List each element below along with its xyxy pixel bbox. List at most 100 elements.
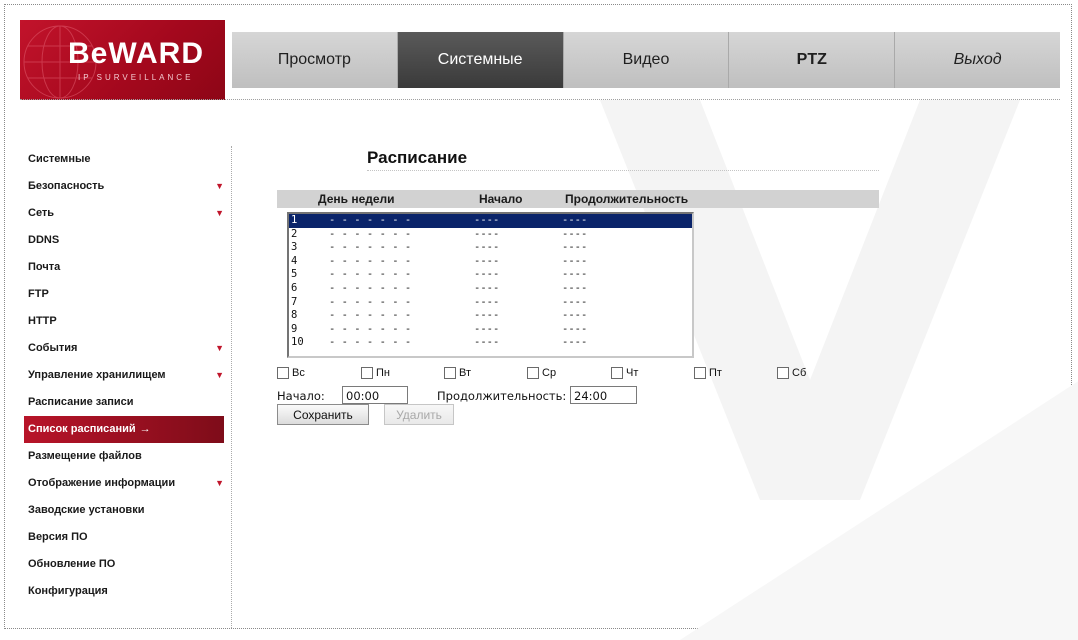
- sidebar-item[interactable]: Заводские установки: [24, 497, 224, 524]
- checkbox-icon[interactable]: [444, 367, 456, 379]
- sidebar-item-label: Обновление ПО: [28, 558, 116, 570]
- row-days: - - - - - - -: [329, 241, 412, 254]
- sidebar-item[interactable]: Конфигурация: [24, 578, 224, 605]
- schedule-list[interactable]: 1- - - - - - - ---- ---- 2- - - - - - - ----…: [287, 212, 694, 358]
- sidebar-item-label: Конфигурация: [28, 585, 108, 597]
- weekday-checkbox[interactable]: Пн: [361, 367, 390, 379]
- nav-ptz[interactable]: PTZ: [729, 32, 896, 88]
- triangle-down-icon[interactable]: ▼: [215, 173, 224, 200]
- row-duration: ----: [562, 254, 588, 267]
- header-divider: [20, 99, 1060, 100]
- checkbox-icon[interactable]: [361, 367, 373, 379]
- duration-input[interactable]: 24:00: [570, 386, 637, 404]
- sidebar-item-label: Безопасность: [28, 180, 105, 192]
- sidebar-item[interactable]: Расписание записи: [24, 389, 224, 416]
- sidebar-item[interactable]: Управление хранилищем ▼: [24, 362, 224, 389]
- weekday-checkbox[interactable]: Ср: [527, 367, 556, 379]
- triangle-down-icon[interactable]: ▼: [215, 362, 224, 389]
- sidebar-item-label: Заводские установки: [28, 504, 145, 516]
- weekday-checkbox[interactable]: Вт: [444, 367, 471, 379]
- nav-system[interactable]: Системные: [397, 32, 564, 88]
- sidebar-item-label: DDNS: [28, 234, 60, 246]
- save-button[interactable]: Сохранить: [277, 404, 369, 425]
- sidebar-item[interactable]: Безопасность ▼: [24, 173, 224, 200]
- row-days: - - - - - - -: [329, 322, 412, 335]
- col-header-duration: Продолжительность: [565, 192, 689, 206]
- brand-name: BeWARD: [68, 37, 205, 70]
- delete-button[interactable]: Удалить: [384, 404, 454, 425]
- row-days: - - - - - - -: [329, 214, 412, 226]
- col-header-start: Начало: [479, 192, 523, 206]
- page-title: Расписание: [367, 148, 468, 167]
- checkbox-icon[interactable]: [527, 367, 539, 379]
- top-nav: Просмотр Системные Видео PTZ Выход: [232, 32, 1060, 88]
- triangle-down-icon[interactable]: ▼: [215, 470, 224, 497]
- sidebar-item[interactable]: Версия ПО: [24, 524, 224, 551]
- checkbox-icon[interactable]: [777, 367, 789, 379]
- checkbox-icon[interactable]: [694, 367, 706, 379]
- row-num: 5: [291, 268, 298, 281]
- row-days: - - - - - - -: [329, 227, 412, 240]
- brand-logo[interactable]: BeWARD IP SURVEILLANCE: [20, 20, 225, 100]
- weekday-checkbox[interactable]: Сб: [777, 367, 806, 379]
- sidebar-item[interactable]: Системные: [24, 146, 224, 173]
- nav-logout[interactable]: Выход: [895, 32, 1060, 88]
- list-item[interactable]: 9 - - - - - - - ---- ----: [289, 323, 692, 337]
- list-item[interactable]: 4 - - - - - - - ---- ----: [289, 255, 692, 269]
- list-item[interactable]: 8 - - - - - - - ---- ----: [289, 309, 692, 323]
- list-item[interactable]: 2 - - - - - - - ---- ----: [289, 228, 692, 242]
- sidebar-item-label: Размещение файлов: [28, 450, 142, 462]
- row-duration: ----: [562, 322, 588, 335]
- row-days: - - - - - - -: [329, 281, 412, 294]
- list-item[interactable]: 1 - - - - - - - ---- ----: [289, 214, 692, 228]
- sidebar-item[interactable]: Список расписаний →: [24, 416, 224, 443]
- checkbox-icon[interactable]: [611, 367, 623, 379]
- list-item[interactable]: 6 - - - - - - - ---- ----: [289, 282, 692, 296]
- row-duration: ----: [562, 281, 588, 294]
- row-start: ----: [474, 268, 500, 281]
- list-item[interactable]: 3 - - - - - - - ---- ----: [289, 241, 692, 255]
- sidebar-item-label: HTTP: [28, 315, 57, 327]
- row-duration: ----: [562, 241, 588, 254]
- list-item[interactable]: 5 - - - - - - - ---- ----: [289, 268, 692, 282]
- triangle-down-icon[interactable]: ▼: [215, 200, 224, 227]
- triangle-down-icon[interactable]: ▼: [215, 335, 224, 362]
- sidebar-item-label: Управление хранилищем: [28, 369, 166, 381]
- row-days: - - - - - - -: [329, 254, 412, 267]
- row-num: 9: [291, 322, 298, 335]
- sidebar-item[interactable]: FTP: [24, 281, 224, 308]
- start-label: Начало:: [277, 389, 325, 403]
- weekday-checkbox[interactable]: Чт: [611, 367, 638, 379]
- checkbox-icon[interactable]: [277, 367, 289, 379]
- sidebar-item-label: Отображение информации: [28, 477, 176, 489]
- row-start: ----: [474, 309, 500, 322]
- row-start: ----: [474, 281, 500, 294]
- weekday-label: Пн: [376, 367, 390, 379]
- nav-video[interactable]: Видео: [564, 32, 730, 88]
- sidebar-item[interactable]: Сеть ▼: [24, 200, 224, 227]
- row-num: 7: [291, 295, 298, 308]
- table-header: День недели Начало Продолжительность: [277, 190, 879, 208]
- list-item[interactable]: 10 - - - - - - - ---- ----: [289, 336, 692, 350]
- sidebar-item[interactable]: События ▼: [24, 335, 224, 362]
- list-item[interactable]: 7 - - - - - - - ---- ----: [289, 296, 692, 310]
- sidebar-item[interactable]: Размещение файлов: [24, 443, 224, 470]
- header: BeWARD IP SURVEILLANCE Просмотр Системны…: [20, 20, 1060, 100]
- sidebar-item-label: Почта: [28, 261, 61, 273]
- nav-view[interactable]: Просмотр: [232, 32, 398, 88]
- weekday-checkbox[interactable]: Пт: [694, 367, 722, 379]
- sidebar-item[interactable]: Отображение информации ▼: [24, 470, 224, 497]
- start-time-input[interactable]: 00:00: [342, 386, 408, 404]
- row-duration: ----: [562, 214, 588, 226]
- title-underline: [367, 170, 879, 171]
- sidebar-item[interactable]: HTTP: [24, 308, 224, 335]
- weekday-label: Вт: [459, 367, 472, 379]
- row-num: 2: [291, 227, 298, 240]
- weekday-checkbox[interactable]: Вс: [277, 367, 305, 379]
- sidebar-item[interactable]: Обновление ПО: [24, 551, 224, 578]
- sidebar-item[interactable]: Почта: [24, 254, 224, 281]
- sidebar-item[interactable]: DDNS: [24, 227, 224, 254]
- sidebar-item-label: Расписание записи: [28, 396, 134, 408]
- row-num: 3: [291, 241, 298, 254]
- row-start: ----: [474, 241, 500, 254]
